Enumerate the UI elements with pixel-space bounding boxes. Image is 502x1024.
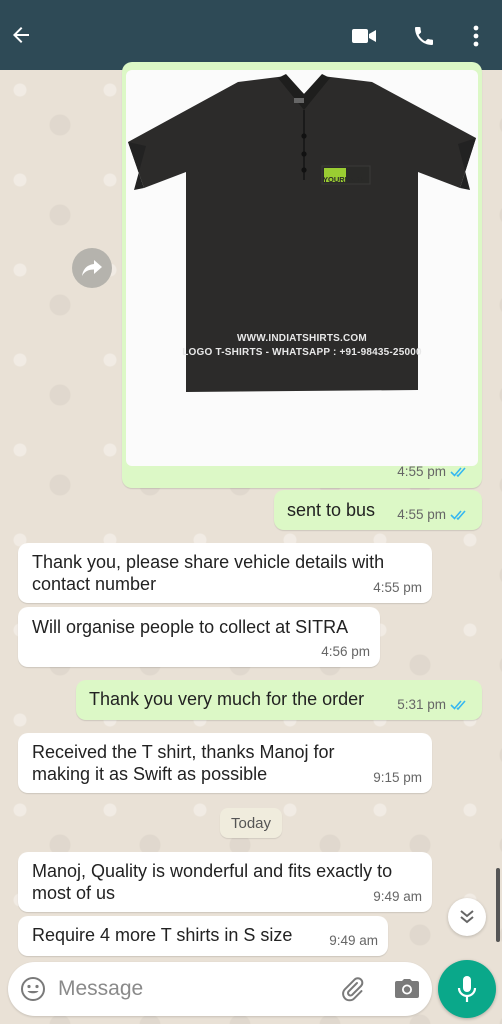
message-time: 5:31 pm	[397, 697, 446, 712]
scroll-to-bottom-button[interactable]	[448, 898, 486, 936]
read-ticks-icon	[450, 510, 466, 521]
attach-button[interactable]	[338, 974, 368, 1004]
read-ticks-icon	[450, 467, 466, 478]
scrollbar-thumb[interactable]	[496, 868, 500, 942]
message-time: 9:49 am	[373, 889, 422, 904]
voice-record-button[interactable]	[438, 960, 496, 1018]
message-time: 4:55 pm	[397, 507, 446, 522]
message-text: Thank you very much for the order	[89, 689, 365, 709]
tshirt-photo[interactable]: WWW.INDIATSHIRTS.COM LOGO T-SHIRTS - WHA…	[126, 70, 478, 466]
phone-icon	[415, 27, 433, 45]
attach-icon	[342, 977, 364, 1002]
chat-header	[0, 0, 502, 70]
watermark-contact: LOGO T-SHIRTS - WHATSAPP : +91-98435-250…	[182, 347, 422, 358]
message-meta: 4:55 pm	[397, 461, 470, 483]
message-composer	[8, 962, 432, 1016]
back-arrow-icon	[13, 27, 29, 43]
message-input[interactable]	[58, 972, 328, 1006]
emoji-icon	[21, 977, 45, 1001]
message-text: Will organise people to collect at SITRA	[32, 617, 349, 637]
message-time: 4:55 pm	[373, 580, 422, 595]
message-text: Require 4 more T shirts in S size	[32, 925, 293, 945]
more-options-button[interactable]	[462, 22, 490, 50]
outgoing-message[interactable]: Thank you very much for the order 5:31 p…	[76, 680, 482, 720]
forward-icon	[82, 260, 102, 276]
message-text: Manoj, Quality is wonderful and fits exa…	[32, 861, 393, 903]
date-divider: Today	[220, 808, 282, 838]
video-call-button[interactable]	[350, 22, 378, 50]
message-meta: 5:31 pm	[397, 694, 470, 716]
message-text: Received the T shirt, thanks Manoj for m…	[32, 742, 335, 784]
message-text: Thank you, please share vehicle details …	[32, 552, 385, 594]
message-time: 9:49 am	[329, 933, 378, 948]
incoming-message[interactable]: Manoj, Quality is wonderful and fits exa…	[18, 852, 432, 912]
message-time: 9:15 pm	[373, 770, 422, 785]
video-call-icon	[352, 29, 376, 43]
voice-call-button[interactable]	[410, 22, 438, 50]
outgoing-message[interactable]: sent to bus 4:55 pm	[274, 490, 482, 530]
back-button[interactable]	[6, 20, 36, 50]
tshirt-logo: YOURFARM	[323, 175, 366, 184]
forward-button[interactable]	[72, 248, 112, 288]
message-time: 4:55 pm	[397, 464, 446, 479]
incoming-message[interactable]: Thank you, please share vehicle details …	[18, 543, 432, 603]
read-ticks-icon	[450, 700, 466, 711]
message-time: 4:56 pm	[321, 644, 370, 659]
chevron-down-icon	[460, 910, 474, 924]
more-vert-icon	[473, 25, 479, 47]
emoji-button[interactable]	[18, 974, 48, 1004]
camera-icon	[395, 979, 419, 998]
incoming-message[interactable]: Received the T shirt, thanks Manoj for m…	[18, 733, 432, 793]
tshirt-image	[128, 74, 476, 392]
message-meta: 4:55 pm	[397, 504, 470, 526]
image-message[interactable]: WWW.INDIATSHIRTS.COM LOGO T-SHIRTS - WHA…	[122, 62, 482, 488]
incoming-message[interactable]: Will organise people to collect at SITRA…	[18, 607, 380, 667]
camera-button[interactable]	[392, 974, 422, 1004]
incoming-message[interactable]: Require 4 more T shirts in S size 9:49 a…	[18, 916, 388, 956]
mic-icon	[457, 976, 477, 1002]
message-text: sent to bus	[287, 500, 376, 520]
